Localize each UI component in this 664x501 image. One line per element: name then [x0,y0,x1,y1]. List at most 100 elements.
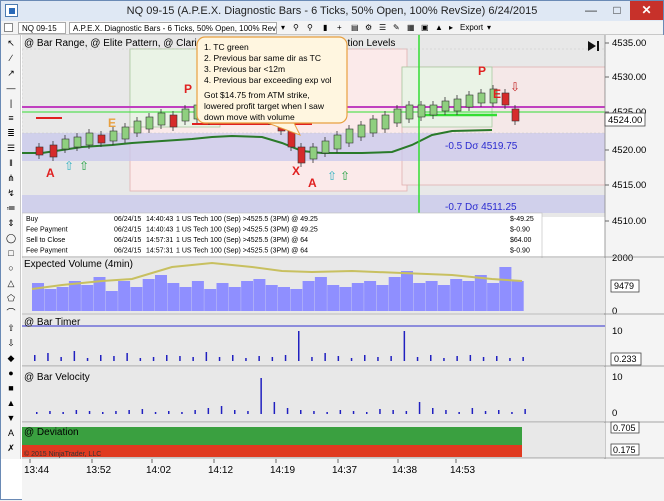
velocity-bar [247,411,249,414]
trade-desc: 1 US Tech 100 (Sep) >4525.5 (3PM) @ 64 [176,248,308,255]
trade-date: 06/24/15 [114,227,141,234]
dot-icon[interactable]: ● [4,367,18,379]
extension-icon[interactable]: ≣ [4,127,18,139]
arrow-up-icon[interactable]: ⇧ [4,322,18,334]
velocity-bar [432,408,434,414]
volume-bar [401,271,413,311]
volume-bar [425,281,438,311]
chart-toolbar: NQ 09-15 A.P.E.X. Diagnostic Bars - 6 Ti… [1,21,663,35]
timer-bar [205,352,208,361]
line-tool-icon[interactable]: ∕ [4,52,18,64]
vertical-line-icon[interactable]: | [4,97,18,109]
candle-2 [61,138,70,150]
square-marker-icon[interactable]: ■ [4,382,18,394]
bar-style-icon[interactable]: ▮ [323,22,327,34]
strategies-icon[interactable]: ☰ [379,22,386,34]
volume-bar [388,277,401,311]
triangle-icon[interactable]: △ [4,277,18,289]
marker-e-2: E [493,87,501,101]
candle-30 [393,108,402,124]
velocity-bar [220,406,223,414]
triangle-down-marker-icon[interactable]: ▼ [4,412,18,424]
volume-bar [314,277,327,311]
fibonacci-icon[interactable]: ≡ [4,112,18,124]
annotation-note-1: Got $14.75 from ATM strike, [204,90,310,100]
export-dropdown-icon[interactable]: ▾ [487,22,491,34]
volume-bar [167,283,180,311]
candle-25 [333,134,342,150]
zoom-in-icon[interactable]: ⚲ [293,22,299,34]
fib-time-icon[interactable]: ☰ [4,142,18,154]
velocity-bar [115,411,117,414]
ellipse-icon[interactable]: ○ [4,262,18,274]
chart-window: NQ 09-15 (A.P.E.X. Diagnostic Bars - 6 T… [0,0,664,501]
volume-bar [351,283,364,311]
risk-reward-icon[interactable]: ⇕ [4,217,18,229]
diamond-icon[interactable]: ◆ [4,352,18,364]
draw-toggle-icon[interactable] [4,23,13,32]
ray-tool-icon[interactable]: ↗ [4,67,18,79]
polygon-icon[interactable]: ⬠ [4,292,18,304]
timer-bar [350,358,353,361]
snapshot-icon[interactable]: ▣ [421,22,429,34]
properties-icon[interactable]: ⚙ [365,22,372,34]
bar-type-selector[interactable]: A.P.E.X. Diagnostic Bars - 6 Ticks, 50% … [69,22,277,34]
velocity-bar [102,412,104,414]
volume-bar [437,285,450,311]
trade-date: 06/24/15 [114,248,141,255]
zoom-out-icon[interactable]: ⚲ [307,22,313,34]
candle-3 [73,136,82,148]
indicators-icon[interactable]: ▲ [435,22,443,34]
volume-bar [327,285,340,311]
arc-icon[interactable]: ⌒ [4,307,18,319]
chart-area[interactable]: A E P X A P E ⇧ ⇧ ⇧ ⇧ ⇩ -0.5 Dσ 4519.75 … [22,35,664,501]
candle-28 [369,118,378,134]
chart-trader-icon[interactable]: ▤ [351,22,359,34]
price-tick-4: 4515.00 [612,180,646,191]
export-menu[interactable]: Export [460,22,483,34]
pointer-icon[interactable]: ↖ [4,37,18,49]
volume-bar [302,281,315,311]
crosshair-icon[interactable]: + [337,22,342,34]
drawing-tools-icon[interactable]: ✎ [393,22,400,34]
volume-tick-1: 0 [612,306,617,317]
velocity-bar [524,409,526,414]
velocity-bar [36,412,38,414]
velocity-bar [141,409,144,414]
volume-bar [56,287,69,311]
close-button[interactable]: ✕ [630,1,663,20]
rectangle-icon[interactable]: □ [4,247,18,259]
trade-time: 14:57:31 [146,248,173,255]
price-tick-1: 4530.00 [612,72,646,83]
gann-fan-icon[interactable]: ↯ [4,187,18,199]
time-cycles-icon[interactable]: ◯ [4,232,18,244]
candle-10 [157,112,166,126]
price-panel-label-right: ation Levels [342,38,395,49]
axis-corner [605,459,664,501]
triangle-up-marker-icon[interactable]: ▲ [4,397,18,409]
remove-drawings-icon[interactable]: ✗ [4,442,18,454]
instrument-selector[interactable]: NQ 09-15 [18,22,66,34]
trade-action: Sell to Close [26,237,65,244]
candle-5 [97,134,106,144]
andrews-pitchfork-icon[interactable]: ⋔ [4,172,18,184]
minimize-button[interactable]: — [578,1,604,20]
bar-velocity-label: @ Bar Velocity [24,372,90,383]
volume-bar [450,279,463,311]
regression-icon[interactable]: ≔ [4,202,18,214]
horizontal-line-icon[interactable]: — [4,82,18,94]
deviation-value-1: 0.705 [613,423,636,433]
volume-bar [339,287,352,311]
annotation-note-3: down move with volume [204,112,295,122]
volume-bar [376,285,389,311]
candle-4 [85,132,94,146]
data-box-icon[interactable]: ▦ [407,22,415,34]
arrow-down-icon[interactable]: ⇩ [4,337,18,349]
bar-type-dropdown-icon[interactable]: ▾ [281,22,285,34]
maximize-button[interactable]: □ [604,1,630,20]
timer-bar [166,355,168,361]
timer-bar [403,331,406,361]
velocity-bar [392,410,394,414]
text-tool-icon[interactable]: A [4,427,18,439]
channel-icon[interactable]: ‖ [4,157,18,169]
